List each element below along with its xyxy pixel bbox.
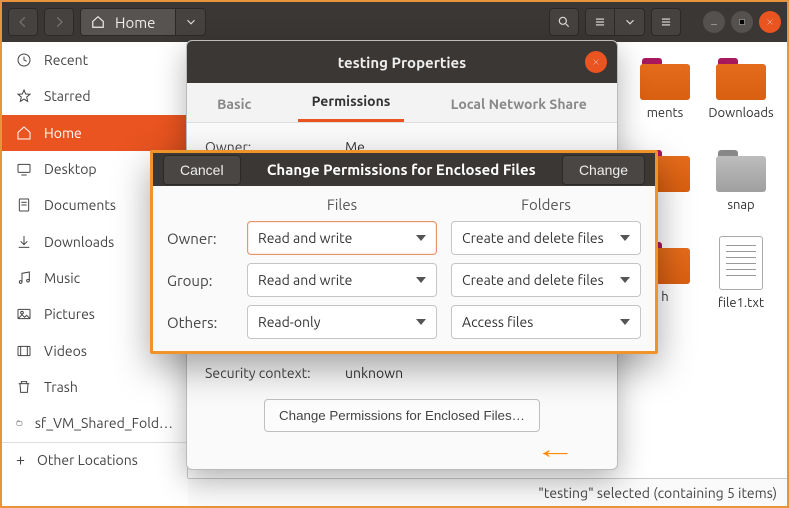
chevron-down-icon (416, 277, 426, 283)
tab-permissions[interactable]: Permissions (298, 83, 405, 122)
folder-snap[interactable]: snap (698, 150, 784, 212)
modal-title: Change Permissions for Enclosed Files (267, 161, 536, 178)
icon-label: Downloads (698, 106, 784, 120)
path-label: Home (111, 14, 165, 31)
chevron-down-icon (416, 235, 426, 241)
modal-body: Files Folders Owner: Read and write Crea… (153, 186, 655, 351)
icon-label: snap (698, 198, 784, 212)
sidebar-item-shared-folder[interactable]: sf_VM_Shared_Fold… (2, 405, 187, 441)
combo-value: Create and delete files (462, 272, 604, 288)
cancel-button[interactable]: Cancel (163, 155, 241, 185)
properties-tabs: Basic Permissions Local Network Share (187, 83, 617, 123)
owner-files-combo[interactable]: Read and write (247, 221, 437, 255)
change-permissions-dialog: Cancel Change Permissions for Enclosed F… (150, 150, 658, 354)
row-label-owner: Owner: (167, 230, 233, 247)
chevron-down-icon (620, 277, 630, 283)
security-context-label: Security context: (205, 365, 335, 381)
change-button[interactable]: Change (562, 155, 645, 185)
path-dropdown-button[interactable] (176, 8, 206, 36)
window-headerbar: Home (2, 2, 787, 42)
sidebar-item-label: Trash (44, 379, 78, 395)
view-dropdown-button[interactable] (615, 8, 645, 36)
change-enclosed-permissions-button[interactable]: Change Permissions for Enclosed Files… (264, 399, 540, 432)
chevron-down-icon (620, 235, 630, 241)
tab-basic[interactable]: Basic (203, 86, 265, 122)
combo-value: Read-only (258, 314, 320, 330)
folder-documents-partial[interactable]: ments (622, 58, 708, 120)
chevron-down-icon (416, 319, 426, 325)
properties-close-button[interactable] (585, 51, 607, 73)
sidebar-item-label: Desktop (44, 161, 97, 177)
nav-back-button[interactable] (8, 8, 38, 36)
window-close-button[interactable] (759, 11, 781, 33)
modal-headerbar: Cancel Change Permissions for Enclosed F… (153, 153, 655, 186)
combo-value: Access files (462, 314, 533, 330)
annotation-arrow-icon: ← (534, 434, 576, 465)
path-segment-home[interactable]: Home (80, 8, 176, 36)
chevron-down-icon (620, 319, 630, 325)
column-header-folders: Folders (451, 196, 641, 213)
sidebar-item-label: Recent (44, 52, 88, 68)
group-files-combo[interactable]: Read and write (247, 263, 437, 297)
status-text: "testing" selected (containing 5 items) (538, 485, 777, 501)
text-file-icon (719, 236, 763, 290)
group-folders-combo[interactable]: Create and delete files (451, 263, 641, 297)
row-label-others: Others: (167, 314, 233, 331)
icon-label: ments (622, 106, 708, 120)
sidebar-item-label: Documents (44, 197, 116, 213)
combo-value: Create and delete files (462, 230, 604, 246)
row-label-group: Group: (167, 272, 233, 289)
owner-folders-combo[interactable]: Create and delete files (451, 221, 641, 255)
hamburger-menu-button[interactable] (651, 8, 681, 36)
tab-local-network-share[interactable]: Local Network Share (437, 86, 601, 122)
others-files-combo[interactable]: Read-only (247, 305, 437, 339)
file-file1[interactable]: file1.txt (698, 236, 784, 310)
others-folders-combo[interactable]: Access files (451, 305, 641, 339)
sidebar-item-label: Other Locations (37, 452, 138, 468)
sidebar-item-label: Music (44, 270, 80, 286)
combo-value: Read and write (258, 272, 352, 288)
combo-value: Read and write (258, 230, 352, 246)
sidebar-item-label: Starred (44, 88, 91, 104)
sidebar-item-trash[interactable]: Trash (2, 369, 187, 405)
window-minimize-button[interactable] (703, 11, 725, 33)
sidebar-item-label: sf_VM_Shared_Fold… (35, 415, 173, 431)
sidebar-item-label: Pictures (44, 306, 95, 322)
sidebar-other-locations[interactable]: +Other Locations (2, 442, 187, 478)
properties-titlebar: testing Properties (187, 41, 617, 83)
sidebar-item-label: Videos (44, 343, 87, 359)
view-list-button[interactable] (585, 8, 615, 36)
security-context-value: unknown (345, 365, 403, 381)
sidebar-item-starred[interactable]: Starred (2, 78, 187, 114)
sidebar-item-label: Downloads (44, 234, 114, 250)
search-button[interactable] (549, 8, 579, 36)
folder-downloads[interactable]: Downloads (698, 58, 784, 120)
icon-label: file1.txt (698, 296, 784, 310)
sidebar-item-label: Home (44, 125, 82, 141)
properties-title: testing Properties (338, 54, 466, 71)
status-bar: "testing" selected (containing 5 items) (188, 478, 787, 506)
sidebar-item-recent[interactable]: Recent (2, 42, 187, 78)
nav-forward-button[interactable] (44, 8, 74, 36)
sidebar-item-home[interactable]: Home (2, 115, 187, 151)
column-header-files: Files (247, 196, 437, 213)
window-maximize-button[interactable] (731, 11, 753, 33)
